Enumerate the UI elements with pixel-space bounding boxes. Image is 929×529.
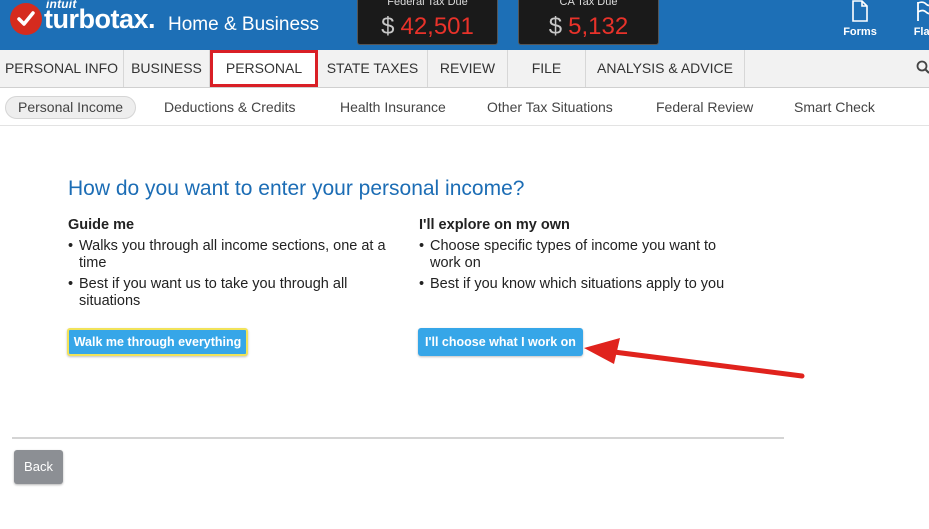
subnav-health-insurance[interactable]: Health Insurance (340, 96, 446, 119)
list-item: Best if you want us to take you through … (68, 276, 388, 310)
state-tax-due-box[interactable]: CA Tax Due $5,132 (518, 0, 659, 45)
brand-dot: . (148, 4, 156, 34)
list-item: Walks you through all income sections, o… (68, 238, 388, 272)
product-edition: Home & Business (168, 14, 320, 35)
walk-me-through-button[interactable]: Walk me through everything (67, 328, 248, 356)
turbotax-window: intuit turbotax. Home & Business Federal… (0, 0, 929, 529)
app-header: intuit turbotax. Home & Business Federal… (0, 0, 929, 50)
brand-name: turbotax (44, 4, 149, 34)
checkmark-logo-icon (10, 3, 42, 35)
subnav-federal-review[interactable]: Federal Review (656, 96, 753, 119)
guide-me-column: Guide me Walks you through all income se… (68, 216, 388, 314)
sub-nav: Personal Income Deductions & Credits Hea… (0, 88, 929, 126)
list-item: Best if you know which situations apply … (419, 276, 739, 293)
subnav-smart-check[interactable]: Smart Check (794, 96, 875, 119)
tab-business[interactable]: BUSINESS (124, 50, 210, 87)
explore-own-column: I'll explore on my own Choose specific t… (419, 216, 739, 297)
tab-file[interactable]: FILE (508, 50, 586, 87)
footer-divider (12, 437, 784, 439)
state-tax-label: CA Tax Due (559, 0, 618, 8)
search-icon[interactable] (916, 60, 929, 76)
state-tax-amount: $5,132 (519, 12, 658, 42)
guide-me-bullets: Walks you through all income sections, o… (68, 238, 388, 310)
subnav-personal-income[interactable]: Personal Income (5, 96, 137, 119)
explore-own-bullets: Choose specific types of income you want… (419, 238, 739, 293)
red-arrow-annotation-icon (584, 338, 805, 379)
forms-button[interactable]: Forms (840, 0, 880, 38)
document-icon (852, 0, 868, 22)
page-question: How do you want to enter your personal i… (68, 177, 525, 200)
state-amount-value: 5,132 (568, 13, 629, 40)
tab-analysis-advice[interactable]: ANALYSIS & ADVICE (586, 50, 745, 87)
federal-tax-due-box[interactable]: Federal Tax Due $42,501 (357, 0, 498, 45)
federal-tax-amount: $42,501 (358, 12, 497, 42)
flag-label: Flag (913, 26, 929, 38)
turbotax-wordmark: turbotax. (44, 3, 156, 35)
subnav-other-tax-situations[interactable]: Other Tax Situations (487, 96, 613, 119)
tab-personal-info[interactable]: PERSONAL INFO (0, 50, 124, 87)
federal-amount-value: 42,501 (400, 13, 474, 40)
choose-what-i-work-on-button[interactable]: I'll choose what I work on (418, 328, 583, 356)
tab-personal[interactable]: PERSONAL (210, 50, 318, 87)
list-item: Choose specific types of income you want… (419, 238, 739, 272)
subnav-deductions-credits[interactable]: Deductions & Credits (164, 96, 296, 119)
main-nav: PERSONAL INFO BUSINESS PERSONAL STATE TA… (0, 50, 929, 88)
tab-review[interactable]: REVIEW (428, 50, 508, 87)
back-button[interactable]: Back (14, 450, 63, 484)
explore-own-heading: I'll explore on my own (419, 217, 570, 233)
flag-icon (917, 1, 929, 21)
guide-me-heading: Guide me (68, 217, 135, 233)
forms-label: Forms (843, 26, 877, 38)
federal-currency: $ (381, 13, 395, 40)
tab-state-taxes[interactable]: STATE TAXES (318, 50, 428, 87)
state-currency: $ (548, 13, 563, 40)
federal-tax-label: Federal Tax Due (387, 0, 468, 8)
flag-button[interactable]: Flag (905, 0, 929, 38)
